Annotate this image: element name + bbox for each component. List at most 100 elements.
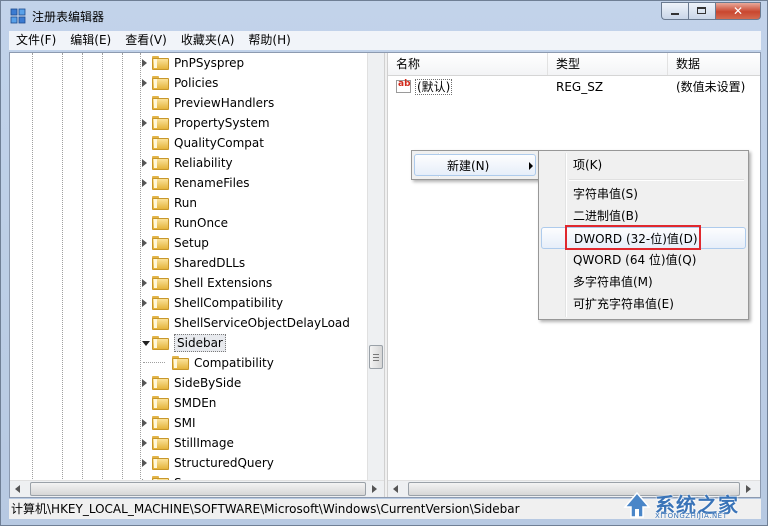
column-name[interactable]: 名称 (388, 53, 548, 75)
menu-item-new[interactable]: 新建(N) (414, 154, 536, 176)
folder-icon (152, 436, 169, 450)
menu-item-key[interactable]: 项(K) (541, 154, 746, 176)
tree-item[interactable]: SideBySide (10, 373, 370, 393)
collapse-arrow-icon[interactable] (142, 341, 150, 346)
table-row[interactable]: ab (默认) REG_SZ (数值未设置) (388, 77, 760, 97)
expand-arrow-icon[interactable] (142, 439, 147, 447)
folder-icon (152, 156, 169, 170)
maximize-icon (697, 7, 706, 14)
tree-item-label: Run (174, 196, 198, 210)
expand-arrow-icon[interactable] (142, 299, 147, 307)
tree-item-label: Sidebar (174, 334, 226, 352)
menu-help[interactable]: 帮助(H) (241, 31, 297, 50)
folder-icon (152, 316, 169, 330)
folder-icon (152, 416, 169, 430)
close-button[interactable]: ✕ (715, 2, 761, 20)
minimize-button[interactable] (661, 2, 688, 20)
menu-item-qword-value[interactable]: QWORD (64 位)值(Q) (541, 249, 746, 271)
value-name: (默认) (415, 79, 453, 95)
submenu-arrow-icon (529, 162, 533, 170)
tree-scroll-thumb[interactable] (369, 345, 383, 369)
column-data[interactable]: 数据 (668, 53, 760, 75)
context-menu: 新建(N) (411, 150, 539, 180)
menu-view[interactable]: 查看(V) (118, 31, 174, 50)
expand-arrow-icon[interactable] (142, 159, 147, 167)
expand-arrow-icon[interactable] (142, 379, 147, 387)
tree-item[interactable]: SMI (10, 413, 370, 433)
tree-item[interactable]: Shell Extensions (10, 273, 370, 293)
registry-editor-icon (10, 8, 26, 24)
watermark-subtext: XITONGZHIJIA.NET (655, 512, 728, 520)
menu-item-multi-string-value[interactable]: 多字符串值(M) (541, 271, 746, 293)
tree-item[interactable]: StillImage (10, 433, 370, 453)
title-bar[interactable]: 注册表编辑器 ✕ (1, 1, 767, 31)
scroll-left-icon[interactable] (393, 485, 398, 493)
column-type[interactable]: 类型 (548, 53, 668, 75)
menu-file[interactable]: 文件(F) (9, 31, 63, 50)
tree-vertical-scrollbar[interactable] (367, 53, 384, 480)
expand-arrow-icon[interactable] (142, 59, 147, 67)
tree-hscroll-thumb[interactable] (30, 482, 366, 496)
tree-item-label: ShellCompatibility (174, 296, 284, 310)
tree-item-label: RunOnce (174, 216, 229, 230)
scroll-left-icon[interactable] (15, 485, 20, 493)
tree-item[interactable]: StructuredQuery (10, 453, 370, 473)
tree-item[interactable]: RenameFiles (10, 173, 370, 193)
folder-icon (152, 236, 169, 250)
value-data: (数值未设置) (676, 80, 746, 94)
tree-item-label: Setup (174, 236, 209, 250)
tree-item[interactable]: Run (10, 193, 370, 213)
tree-item[interactable]: SharedDLLs (10, 253, 370, 273)
folder-icon (152, 196, 169, 210)
tree-horizontal-scrollbar[interactable] (10, 480, 384, 497)
expand-arrow-icon[interactable] (142, 179, 147, 187)
window-title: 注册表编辑器 (32, 10, 105, 24)
expand-arrow-icon[interactable] (142, 279, 147, 287)
tree-item[interactable]: PnPSysprep (10, 53, 370, 73)
tree-item-label: Policies (174, 76, 219, 90)
watermark: 系统之家 XITONGZHIJIA.NET (621, 487, 761, 523)
minimize-icon (671, 13, 679, 15)
tree-item[interactable]: Setup (10, 233, 370, 253)
menu-favorites[interactable]: 收藏夹(A) (174, 31, 242, 50)
menu-item-string-value[interactable]: 字符串值(S) (541, 183, 746, 205)
expand-arrow-icon[interactable] (142, 119, 147, 127)
tree-item[interactable]: Policies (10, 73, 370, 93)
scroll-right-icon[interactable] (372, 485, 377, 493)
folder-icon (172, 356, 189, 370)
tree-item[interactable]: ShellCompatibility (10, 293, 370, 313)
tree-item[interactable]: Compatibility (10, 353, 370, 373)
maximize-button[interactable] (688, 2, 715, 20)
folder-icon (152, 276, 169, 290)
menu-edit[interactable]: 编辑(E) (63, 31, 118, 50)
menu-item-dword-value[interactable]: DWORD (32-位)值(D) (541, 227, 746, 249)
status-path: 计算机\HKEY_LOCAL_MACHINE\SOFTWARE\Microsof… (11, 502, 520, 516)
menu-bar: 文件(F) 编辑(E) 查看(V) 收藏夹(A) 帮助(H) (9, 31, 761, 50)
tree-item[interactable]: PreviewHandlers (10, 93, 370, 113)
folder-icon (152, 96, 169, 110)
tree-item[interactable]: QualityCompat (10, 133, 370, 153)
tree-item[interactable]: Sidebar (10, 333, 370, 353)
tree-item-label: PropertySystem (174, 116, 270, 130)
menu-item-expandable-string-value[interactable]: 可扩充字符串值(E) (541, 293, 746, 315)
menu-item-label: 二进制值(B) (573, 209, 639, 223)
tree-item-label: SMI (174, 416, 196, 430)
expand-arrow-icon[interactable] (142, 419, 147, 427)
expand-arrow-icon[interactable] (142, 239, 147, 247)
menu-item-binary-value[interactable]: 二进制值(B) (541, 205, 746, 227)
value-type: REG_SZ (556, 80, 604, 94)
menu-item-new-label: 新建(N) (447, 159, 490, 173)
menu-item-label: DWORD (32-位)值(D) (574, 232, 698, 246)
grip-line (373, 354, 379, 355)
tree-item[interactable]: ShellServiceObjectDelayLoad (10, 313, 370, 333)
tree-item[interactable]: RunOnce (10, 213, 370, 233)
tree-item[interactable]: SMDEn (10, 393, 370, 413)
expand-arrow-icon[interactable] (142, 459, 147, 467)
key-tree: PnPSysprep Policies PreviewHandlers Propert… (10, 53, 384, 497)
tree-item[interactable]: Reliability (10, 153, 370, 173)
tree-item[interactable]: PropertySystem (10, 113, 370, 133)
tree-item-label: StillImage (174, 436, 234, 450)
expand-arrow-icon[interactable] (142, 79, 147, 87)
folder-icon (152, 216, 169, 230)
menu-separator (569, 179, 744, 181)
